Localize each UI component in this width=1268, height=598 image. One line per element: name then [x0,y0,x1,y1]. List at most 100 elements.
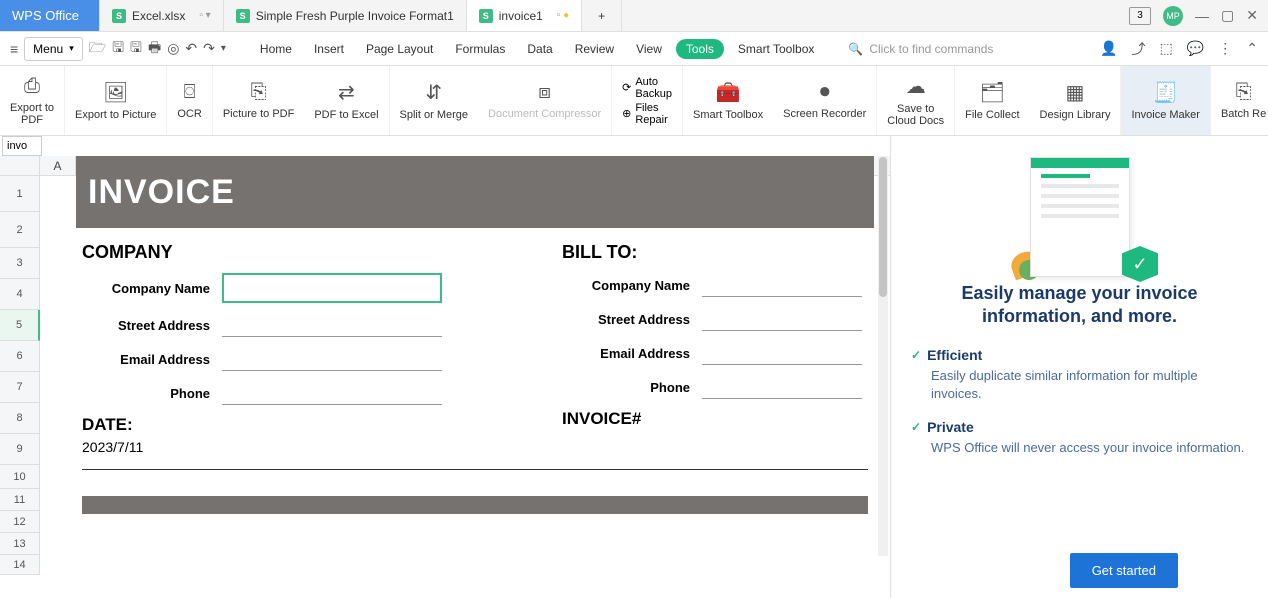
rib-files-repair[interactable]: ⊕ Files Repair [622,102,672,126]
account-icon[interactable]: 👤 [1100,40,1117,57]
row-header-7[interactable]: 7 [0,372,40,403]
menu-smarttoolbox[interactable]: Smart Toolbox [730,38,822,60]
command-search[interactable]: 🔍 Click to find commands [848,42,993,56]
tab-menu-icon[interactable]: ▫ ● [557,10,569,21]
ribbon: ⎙Export toPDF 🖼Export to Picture ⌼OCR ⎘P… [0,66,1268,136]
row-header-9[interactable]: 9 [0,434,40,465]
billto-header: BILL TO: [562,242,862,263]
row-header-14[interactable]: 14 [0,555,40,575]
row-header-4[interactable]: 4 [0,279,40,310]
row-header-6[interactable]: 6 [0,341,40,372]
invoiceno-value[interactable] [562,433,862,449]
rib-split-merge[interactable]: ⇵Split or Merge [390,66,478,135]
menu-insert[interactable]: Insert [306,38,352,60]
menu-formulas[interactable]: Formulas [447,38,513,60]
batch-icon: ⎘ [1236,81,1252,104]
compress-icon: ⧈ [538,81,551,104]
select-all-corner[interactable] [0,156,40,175]
doc-tab-label: invoice1 [499,9,543,23]
rib-pdf-to-excel[interactable]: ⇄PDF to Excel [304,66,389,135]
rib-label: Screen Recorder [783,108,866,120]
saveas-icon[interactable]: 🖫 [130,37,142,61]
row-header-11[interactable]: 11 [0,489,40,511]
row-header-2[interactable]: 2 [0,212,40,248]
col-A[interactable]: A [40,156,76,175]
maximize-icon[interactable]: ▢ [1221,7,1234,24]
menu-tools[interactable]: Tools [676,39,724,59]
app-tab[interactable]: WPS Office [0,0,100,31]
field-value[interactable] [702,375,862,399]
kebab-icon[interactable]: ⋮ [1218,40,1232,57]
field-value[interactable] [702,341,862,365]
rib-smart-toolbox[interactable]: 🧰Smart Toolbox [683,66,773,135]
doc-tab-0[interactable]: S Excel.xlsx ▫ ▾ [100,0,224,31]
rib-screen-recorder[interactable]: ⏺Screen Recorder [773,66,877,135]
row-header-8[interactable]: 8 [0,403,40,434]
doc-tab-2[interactable]: S invoice1 ▫ ● [467,0,582,31]
rib-ocr[interactable]: ⌼OCR [167,66,212,135]
invoice-title: INVOICE [76,156,874,228]
repair-icon: ⊕ [622,107,631,120]
collapse-ribbon-icon[interactable]: ⌃ [1246,40,1258,57]
feedback-icon[interactable]: 💬 [1187,40,1204,57]
tab-menu-icon[interactable]: ▫ ▾ [199,10,210,21]
user-avatar[interactable]: MP [1163,6,1183,26]
share-icon[interactable]: ⤴ [1132,39,1146,59]
preview-icon[interactable]: ◎ [167,40,179,57]
scrollbar-thumb[interactable] [879,157,887,297]
menu-review[interactable]: Review [567,38,622,60]
vertical-scrollbar[interactable] [878,156,888,556]
name-box[interactable]: invo [2,136,42,156]
new-tab-button[interactable]: + [582,0,622,31]
rib-invoice-maker[interactable]: 🧾Invoice Maker [1121,66,1210,135]
rib-batch[interactable]: ⎘Batch Re [1211,66,1268,135]
row-header-3[interactable]: 3 [0,248,40,279]
menu-pagelayout[interactable]: Page Layout [358,38,441,60]
get-started-button[interactable]: Get started [1070,553,1178,588]
minimize-icon[interactable]: — [1195,8,1209,24]
doc-tab-1[interactable]: S Simple Fresh Purple Invoice Format1 [224,0,467,31]
field-value[interactable] [702,307,862,331]
field-value[interactable] [222,347,442,371]
sheet-icon: S [112,9,126,23]
panel-headline: Easily manage your invoice information, … [911,282,1248,329]
row-header-10[interactable]: 10 [0,465,40,489]
close-icon[interactable]: ✕ [1246,7,1258,24]
row-header-1[interactable]: 1 [0,176,40,212]
row-header-5[interactable]: 5 [0,310,40,341]
panel-item-desc: WPS Office will never access your invoic… [931,439,1248,457]
redo-icon[interactable]: ↷ [203,40,215,57]
rib-label: Files Repair [635,102,672,126]
rib-save-cloud[interactable]: ☁Save toCloud Docs [877,66,955,135]
active-cell[interactable] [222,273,442,303]
field-value[interactable] [702,273,862,297]
hamburger-icon[interactable]: ≡ [10,41,18,57]
cloud-icon: ☁ [906,74,926,99]
rib-export-pdf[interactable]: ⎙Export toPDF [0,66,65,135]
menu-button[interactable]: Menu ▾ [24,37,83,61]
upload-icon[interactable]: ⬚ [1160,40,1173,57]
field-value[interactable] [222,381,442,405]
tab-counter[interactable]: 3 [1129,7,1151,25]
row-header-13[interactable]: 13 [0,533,40,555]
open-icon[interactable]: 🗁 [89,37,106,61]
rib-design-library[interactable]: ▦Design Library [1030,66,1122,135]
ocr-icon: ⌼ [184,81,196,104]
menu-home[interactable]: Home [252,38,300,60]
more-icon[interactable]: ▾ [221,43,226,54]
date-value[interactable]: 2023/7/11 [82,439,442,455]
rib-export-picture[interactable]: 🖼Export to Picture [65,66,167,135]
rib-pic-to-pdf[interactable]: ⎘Picture to PDF [213,66,305,135]
pdf-to-excel-icon: ⇄ [338,80,355,105]
save-icon[interactable]: 🖫 [112,37,124,61]
undo-icon[interactable]: ↶ [185,40,197,57]
print-icon[interactable]: 🖶 [148,37,161,61]
menu-data[interactable]: Data [519,38,560,60]
field-label: Street Address [562,312,702,327]
rib-label: Picture to PDF [223,108,295,120]
rib-file-collect[interactable]: 🗂File Collect [955,66,1029,135]
field-value[interactable] [222,313,442,337]
row-header-12[interactable]: 12 [0,511,40,533]
menu-view[interactable]: View [628,38,670,60]
rib-auto-backup[interactable]: ⟳Auto Backup [622,76,672,100]
